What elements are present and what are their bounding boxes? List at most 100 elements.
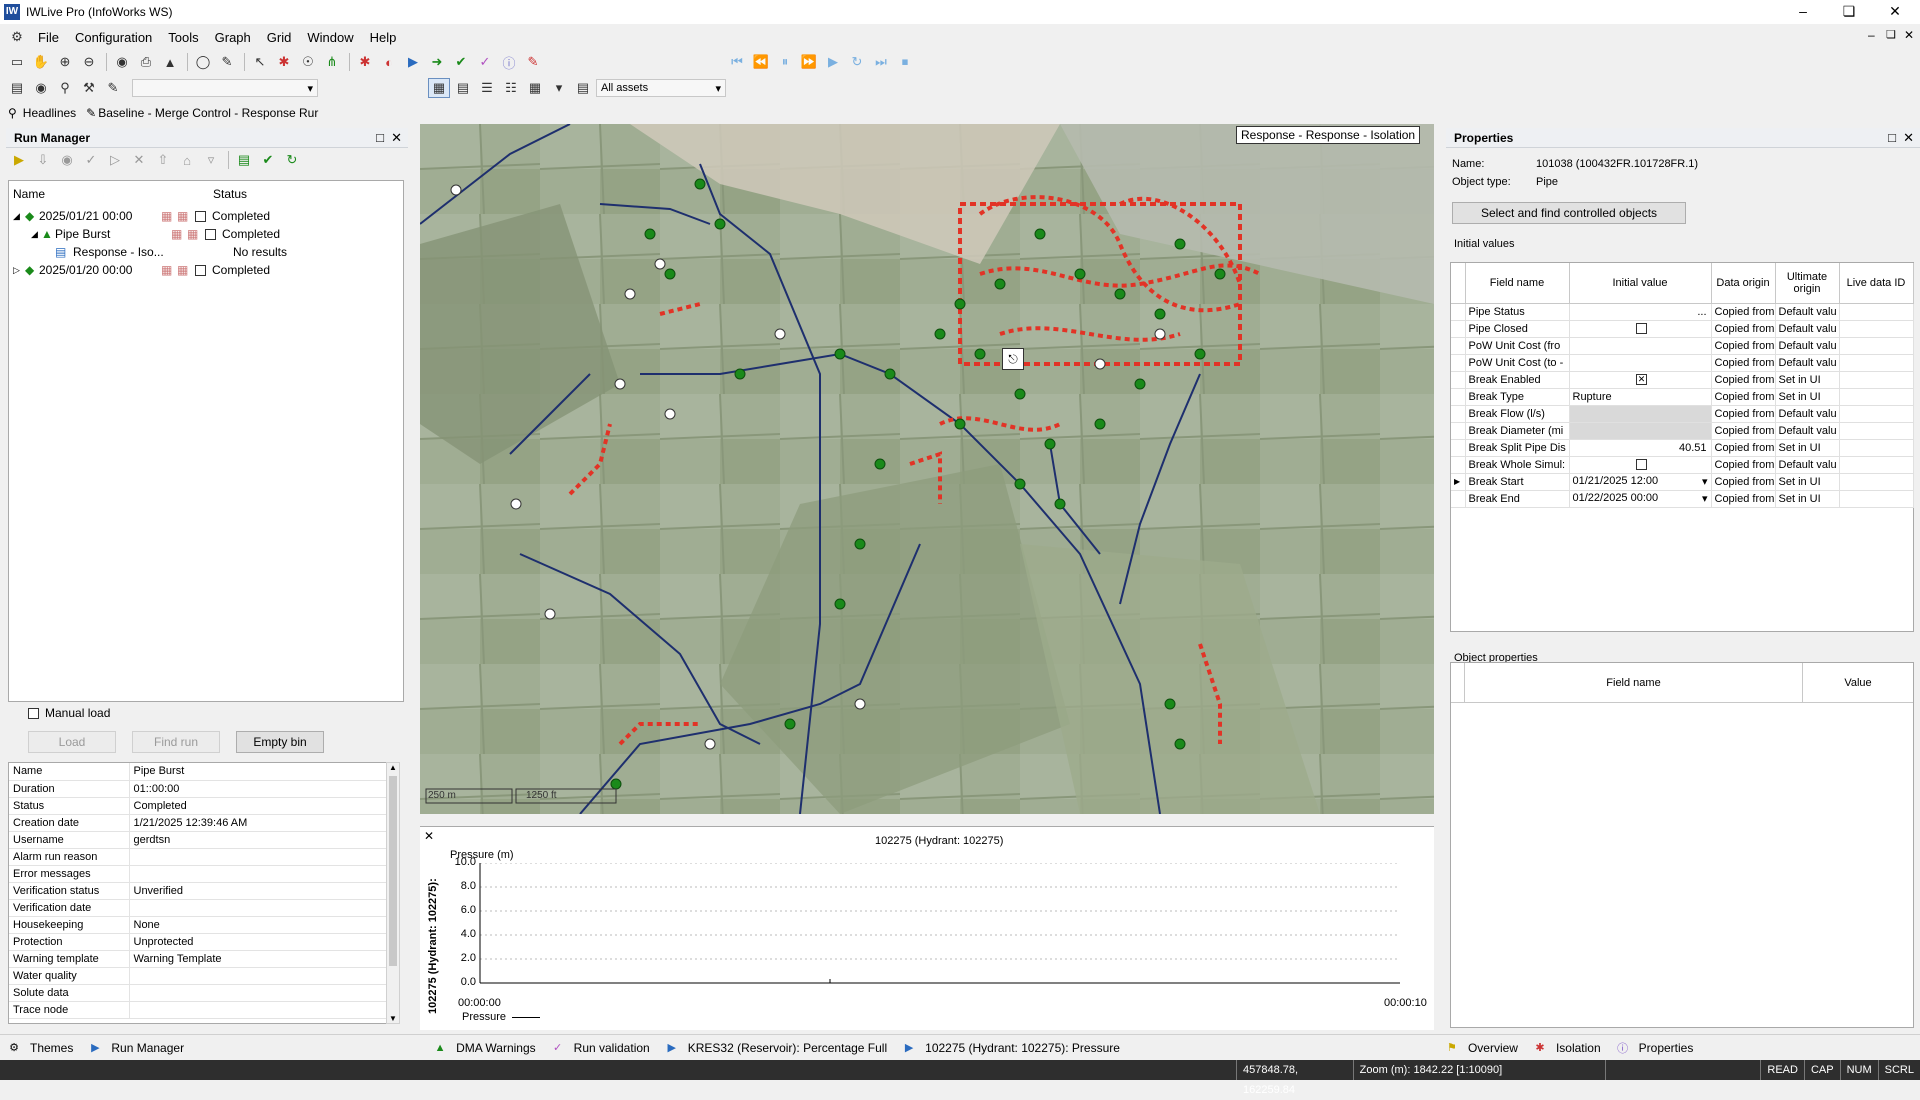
export-icon[interactable]: ▤ bbox=[233, 150, 255, 170]
refresh-icon[interactable]: ↻ bbox=[281, 150, 303, 170]
initial-value-cell[interactable] bbox=[1569, 320, 1712, 338]
tick-icon[interactable]: ✓ bbox=[80, 150, 102, 170]
initial-value-row[interactable]: Pipe Closed Copied from Default valu bbox=[1451, 320, 1914, 338]
value-checkbox[interactable] bbox=[1636, 459, 1647, 471]
list-view-icon[interactable]: ☰ bbox=[476, 78, 498, 98]
col-live-data-id[interactable]: Live data ID bbox=[1839, 263, 1914, 304]
col-initial-value[interactable]: Initial value bbox=[1569, 263, 1712, 304]
menu-grid[interactable]: Grid bbox=[259, 30, 300, 45]
property-row[interactable]: Duration 01::00:00 bbox=[9, 780, 395, 798]
property-value[interactable]: Completed bbox=[129, 797, 395, 815]
info-icon[interactable]: ⓘ bbox=[498, 52, 520, 72]
live-data-cell[interactable] bbox=[1839, 405, 1914, 423]
property-value[interactable] bbox=[129, 899, 395, 917]
find-run-button[interactable]: Find run bbox=[132, 731, 220, 753]
north-arrow-icon[interactable]: ▲ bbox=[159, 52, 181, 72]
col-data-origin[interactable]: Data origin bbox=[1711, 263, 1776, 304]
initial-value-cell[interactable] bbox=[1569, 456, 1712, 474]
initial-value-row[interactable]: PoW Unit Cost (to - Copied from Default va… bbox=[1451, 354, 1914, 372]
tab-reservoir-graph[interactable]: ▶ KRES32 (Reservoir): Percentage Full bbox=[664, 1040, 887, 1056]
row-checkbox[interactable] bbox=[205, 228, 216, 240]
dropdown-icon[interactable]: ▾ bbox=[548, 78, 570, 98]
property-value[interactable] bbox=[129, 984, 395, 1002]
play-icon[interactable]: ▶ bbox=[822, 52, 844, 72]
break-icon[interactable]: ✱ bbox=[354, 52, 376, 72]
next-frame-icon[interactable]: ⏩ bbox=[798, 52, 820, 72]
table-icon[interactable]: ▦ bbox=[524, 78, 546, 98]
delete-icon[interactable]: ✕ bbox=[128, 150, 150, 170]
table-view-icon[interactable]: ▤ bbox=[452, 78, 474, 98]
date-dropdown-icon[interactable]: ▾ bbox=[1702, 475, 1708, 488]
schedule-icon[interactable]: ◉ bbox=[56, 150, 78, 170]
node-tool-icon[interactable]: ◯ bbox=[192, 52, 214, 72]
tab-dma-warnings[interactable]: ▲ DMA Warnings bbox=[432, 1040, 536, 1056]
menu-help[interactable]: Help bbox=[362, 30, 405, 45]
property-row[interactable]: Verification date bbox=[9, 899, 395, 917]
network-icon[interactable]: ☉ bbox=[297, 52, 319, 72]
run-icon[interactable]: ▶ bbox=[402, 52, 424, 72]
validate-icon[interactable]: ✔ bbox=[450, 52, 472, 72]
zoom-in-icon[interactable]: ⊕ bbox=[54, 52, 76, 72]
property-value[interactable] bbox=[129, 848, 395, 866]
column-status[interactable]: Status bbox=[213, 187, 247, 201]
stop-icon[interactable]: ⏹ bbox=[894, 52, 916, 72]
assets-combo[interactable]: All assets ▾ bbox=[596, 79, 726, 97]
property-row[interactable]: Name Pipe Burst bbox=[9, 763, 395, 781]
property-row[interactable]: Protection Unprotected bbox=[9, 933, 395, 951]
map-view[interactable]: Response - Response - Isolation 250 m 12… bbox=[420, 124, 1434, 814]
pause-icon[interactable]: ⏸ bbox=[774, 52, 796, 72]
filter-icon[interactable]: ▿ bbox=[200, 150, 222, 170]
initial-value-cell[interactable] bbox=[1569, 405, 1712, 423]
minimize-icon[interactable]: – bbox=[1780, 0, 1826, 24]
date-dropdown-icon[interactable]: ▾ bbox=[1702, 492, 1708, 505]
initial-value-row[interactable]: Break Type Rupture Copied from Set in UI bbox=[1451, 388, 1914, 406]
tab-properties[interactable]: ⓘ Properties bbox=[1615, 1040, 1693, 1056]
initial-value-cell[interactable] bbox=[1569, 422, 1712, 440]
property-row[interactable]: Status Completed bbox=[9, 797, 395, 815]
close-panel-icon[interactable]: ✕ bbox=[391, 130, 402, 146]
manual-load-checkbox[interactable] bbox=[28, 707, 39, 719]
house-icon[interactable]: ⌂ bbox=[176, 150, 198, 170]
connect-icon[interactable]: ⋔ bbox=[321, 52, 343, 72]
property-row[interactable]: Error messages bbox=[9, 865, 395, 883]
scroll-thumb[interactable] bbox=[389, 776, 397, 966]
alarm-icon[interactable]: ✎ bbox=[522, 52, 544, 72]
col-ultimate-origin[interactable]: Ultimate origin bbox=[1775, 263, 1840, 304]
initial-value-row[interactable]: Break Diameter (mi Copied from Default val… bbox=[1451, 422, 1914, 440]
initial-value-cell[interactable]: 01/22/2025 00:00 ▾ bbox=[1569, 490, 1712, 508]
property-value[interactable]: 1/21/2025 12:39:46 AM bbox=[129, 814, 395, 832]
tab-hydrant-graph[interactable]: ▶ 102275 (Hydrant: 102275): Pressure bbox=[901, 1040, 1120, 1056]
menu-file[interactable]: File bbox=[30, 30, 67, 45]
expand-icon[interactable]: ◢ bbox=[31, 229, 41, 240]
initial-value-cell[interactable]: ... bbox=[1569, 303, 1712, 321]
property-row[interactable]: Username gerdtsn bbox=[9, 831, 395, 849]
live-data-cell[interactable] bbox=[1839, 354, 1914, 372]
property-value[interactable]: Unverified bbox=[129, 882, 395, 900]
property-value[interactable]: Unprotected bbox=[129, 933, 395, 951]
row-checkbox[interactable] bbox=[195, 264, 206, 276]
mdi-minimize-icon[interactable]: – bbox=[1868, 28, 1875, 42]
property-row[interactable]: Verification status Unverified bbox=[9, 882, 395, 900]
initial-value-cell[interactable]: ✕ bbox=[1569, 371, 1712, 389]
prev-frame-icon[interactable]: ⏪ bbox=[750, 52, 772, 72]
live-data-cell[interactable] bbox=[1839, 490, 1914, 508]
edit-icon[interactable]: ✎ bbox=[102, 78, 124, 98]
globe-icon[interactable]: ◉ bbox=[111, 52, 133, 72]
tab-themes[interactable]: ⚙ Themes bbox=[6, 1040, 73, 1056]
op-col-field-name[interactable]: Field name bbox=[1465, 663, 1803, 702]
property-value[interactable] bbox=[129, 967, 395, 985]
initial-value-cell[interactable] bbox=[1569, 337, 1712, 355]
select-arrow-icon[interactable]: ↖ bbox=[249, 52, 271, 72]
play-run-icon[interactable]: ▷ bbox=[104, 150, 126, 170]
load-button[interactable]: Load bbox=[28, 731, 116, 753]
close-panel-icon[interactable]: ✕ bbox=[1903, 130, 1914, 146]
split-view-icon[interactable]: ☷ bbox=[500, 78, 522, 98]
expand-icon[interactable]: ◢ bbox=[13, 211, 25, 222]
initial-value-row[interactable]: Break Whole Simul: Copied from Default val… bbox=[1451, 456, 1914, 474]
initial-value-cell[interactable]: 01/21/2025 12:00 ▾ bbox=[1569, 473, 1712, 491]
map-canvas[interactable] bbox=[420, 124, 1434, 814]
initial-value-row[interactable]: Break End 01/22/2025 00:00 ▾ Copied from Set… bbox=[1451, 490, 1914, 508]
live-data-cell[interactable] bbox=[1839, 337, 1914, 355]
property-row[interactable]: Water quality bbox=[9, 967, 395, 985]
pin-icon[interactable]: □ bbox=[1888, 130, 1896, 145]
